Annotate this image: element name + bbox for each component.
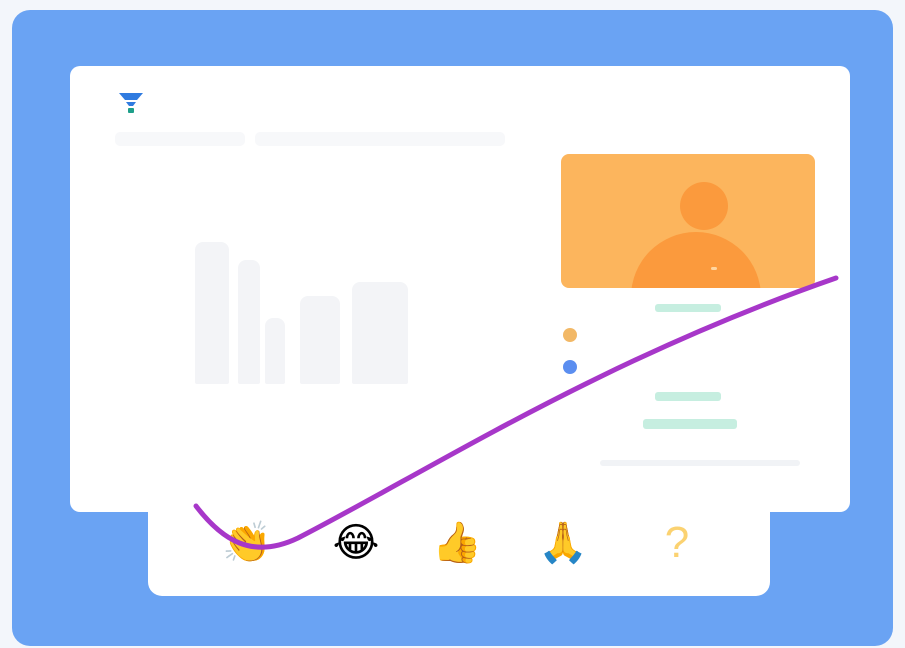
annotation-stroke: [193, 275, 839, 550]
annotation-stroke-layer: [193, 275, 839, 550]
